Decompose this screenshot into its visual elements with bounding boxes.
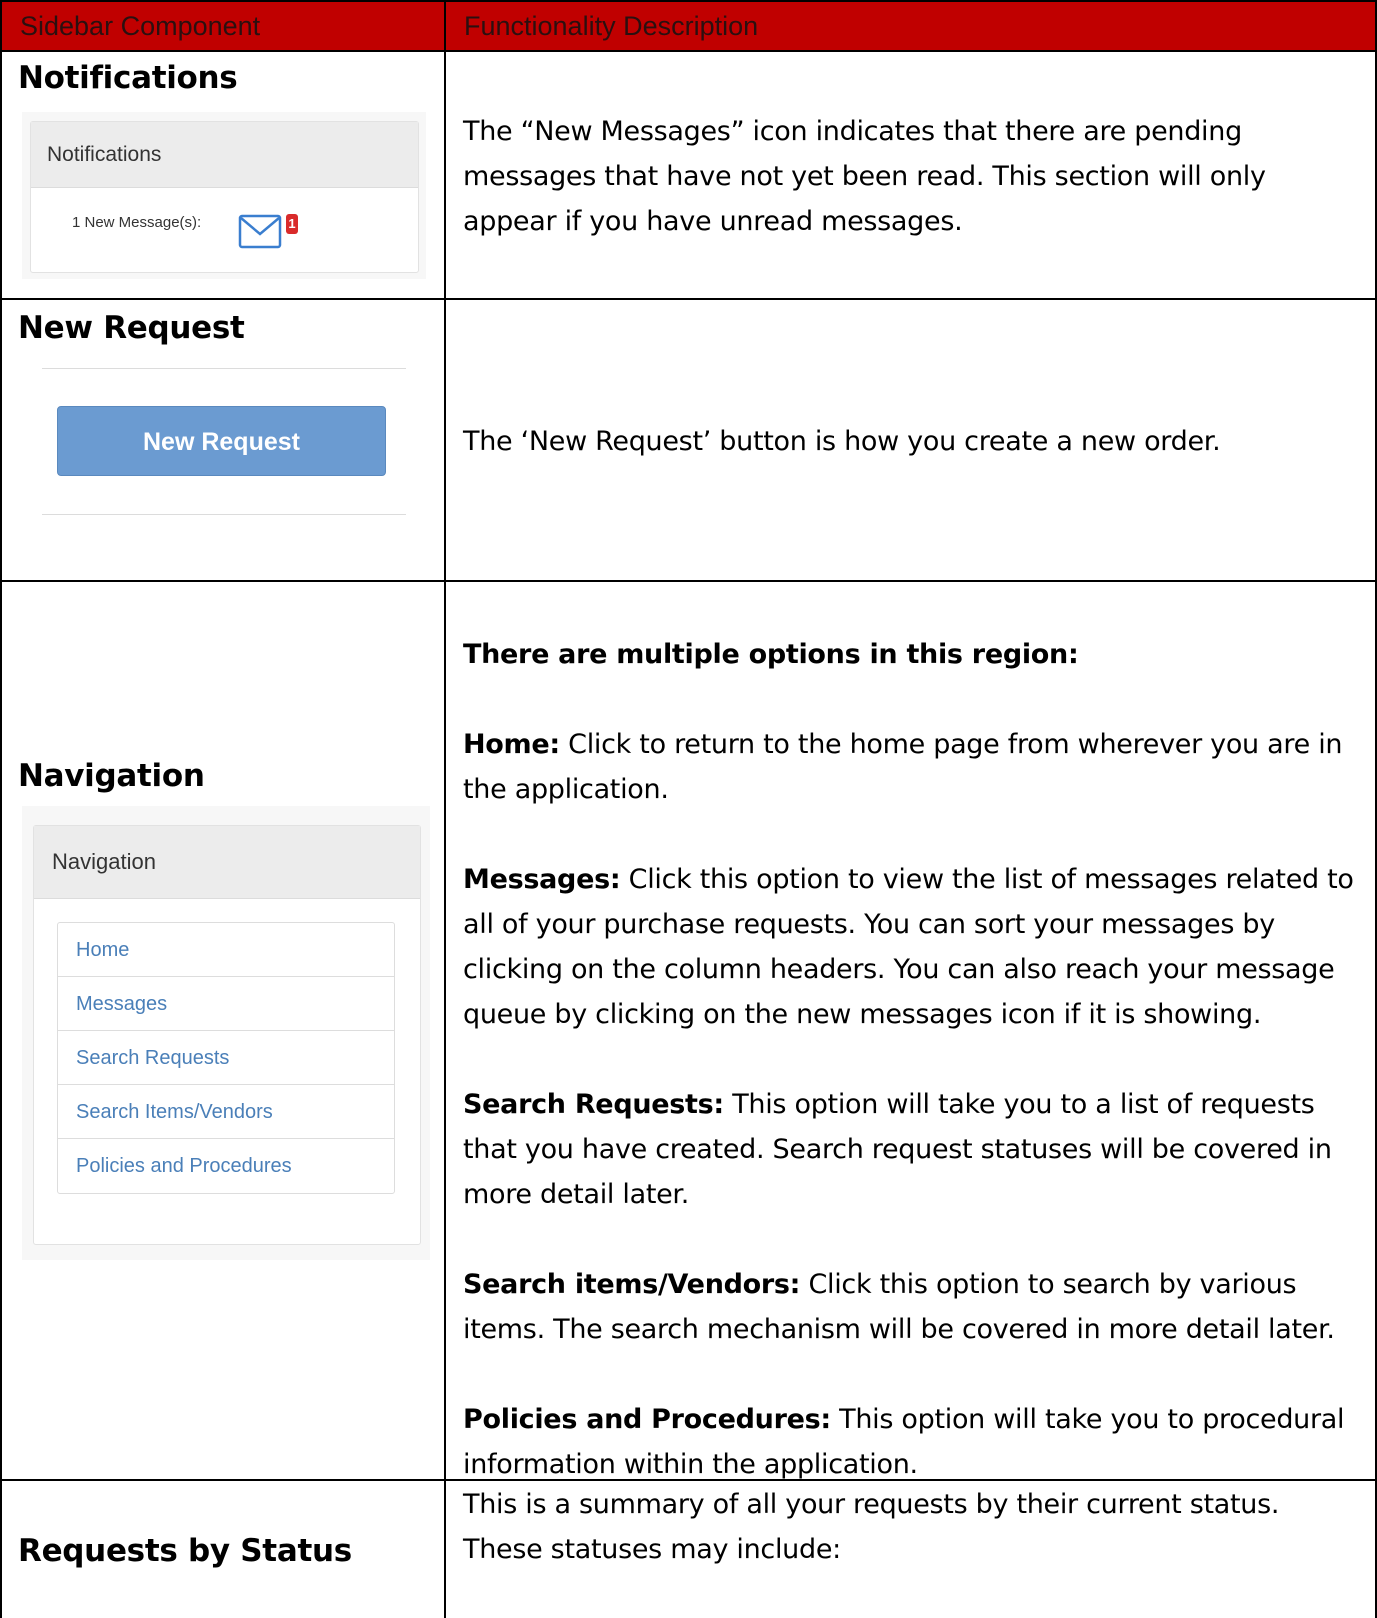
nav-entry-term: Search Requests: <box>463 1089 724 1120</box>
notifications-screenshot: Notifications 1 New Message(s): 1 <box>22 112 426 279</box>
nav-entry-text: Click to return to the home page from wh… <box>463 729 1343 805</box>
requests-by-status-title: Requests by Status <box>18 1533 352 1569</box>
nav-item-messages[interactable]: Messages <box>58 977 394 1031</box>
divider <box>42 514 406 515</box>
navigation-description: There are multiple options in this regio… <box>463 632 1363 1487</box>
sidebar-components-table: Sidebar Component Functionality Descript… <box>0 0 1377 1618</box>
nav-entry-term: Search items/Vendors: <box>463 1269 801 1300</box>
divider <box>42 368 406 369</box>
nav-item-search-requests[interactable]: Search Requests <box>58 1031 394 1085</box>
new-request-description: The ‘New Request’ button is how you crea… <box>463 426 1221 457</box>
navigation-intro: There are multiple options in this regio… <box>463 639 1079 670</box>
navigation-menu: Home Messages Search Requests Search Ite… <box>57 922 395 1194</box>
new-message-count-label: 1 New Message(s): <box>72 214 202 231</box>
nav-entry-policies-and-procedures: Policies and Procedures: This option wil… <box>463 1397 1363 1487</box>
new-request-title: New Request <box>18 310 245 346</box>
header-functionality-description: Functionality Description <box>446 2 1375 50</box>
notifications-title: Notifications <box>18 60 238 96</box>
notifications-panel: Notifications 1 New Message(s): 1 <box>30 121 419 273</box>
nav-item-policies-and-procedures[interactable]: Policies and Procedures <box>58 1139 394 1193</box>
nav-entry-term: Policies and Procedures: <box>463 1404 831 1435</box>
column-divider <box>444 0 446 1618</box>
row-divider <box>0 50 1377 52</box>
notifications-description: The “New Messages” icon indicates that t… <box>463 116 1266 237</box>
nav-entry-term: Messages: <box>463 864 621 895</box>
row-divider <box>0 298 1377 300</box>
navigation-panel-title: Navigation <box>34 826 420 899</box>
nav-entry-home: Home: Click to return to the home page f… <box>463 722 1363 812</box>
nav-entry-term: Home: <box>463 729 560 760</box>
nav-entry-search-items-vendors: Search items/Vendors: Click this option … <box>463 1262 1363 1352</box>
navigation-title: Navigation <box>18 758 205 794</box>
nav-item-home[interactable]: Home <box>58 923 394 977</box>
unread-count-badge: 1 <box>286 214 298 234</box>
new-request-button[interactable]: New Request <box>57 406 386 476</box>
border-top <box>0 0 1377 2</box>
envelope-icon[interactable] <box>238 214 282 250</box>
border-left <box>0 0 2 1618</box>
nav-item-search-items-vendors[interactable]: Search Items/Vendors <box>58 1085 394 1139</box>
header-sidebar-component: Sidebar Component <box>2 2 445 50</box>
requests-by-status-description: This is a summary of all your requests b… <box>463 1489 1280 1565</box>
nav-entry-search-requests: Search Requests: This option will take y… <box>463 1082 1363 1217</box>
row-divider <box>0 580 1377 582</box>
nav-entry-messages: Messages: Click this option to view the … <box>463 857 1363 1037</box>
notifications-panel-title: Notifications <box>31 122 418 188</box>
